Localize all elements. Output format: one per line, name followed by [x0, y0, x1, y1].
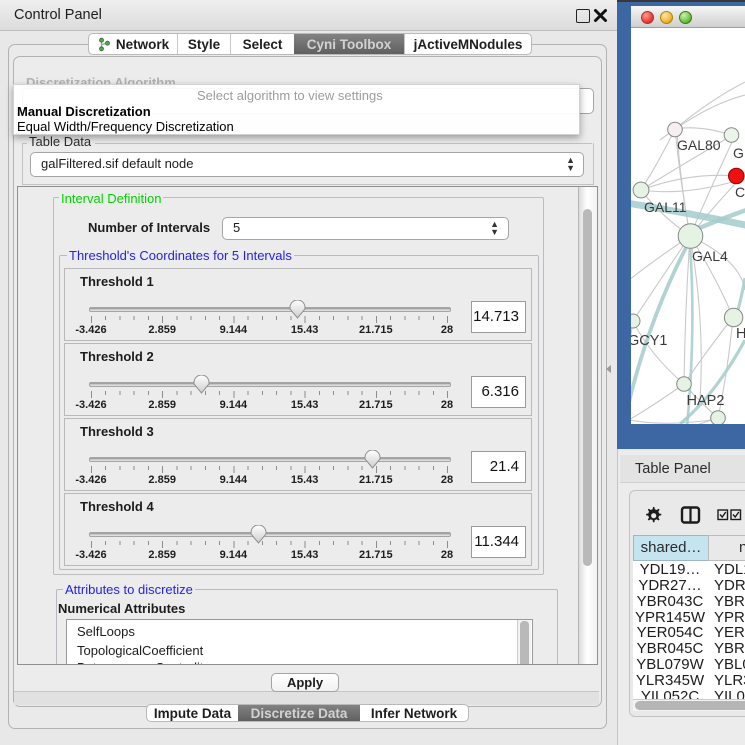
svg-text:G.: G. — [733, 145, 745, 161]
svg-text:H: H — [736, 326, 745, 342]
svg-text:GAL80: GAL80 — [677, 137, 721, 153]
svg-text:HAP2: HAP2 — [687, 393, 725, 409]
svg-text:C: C — [735, 184, 745, 200]
svg-text:GCY1: GCY1 — [631, 333, 668, 349]
svg-text:GAL11: GAL11 — [644, 199, 687, 215]
svg-text:GAL4: GAL4 — [692, 248, 728, 264]
